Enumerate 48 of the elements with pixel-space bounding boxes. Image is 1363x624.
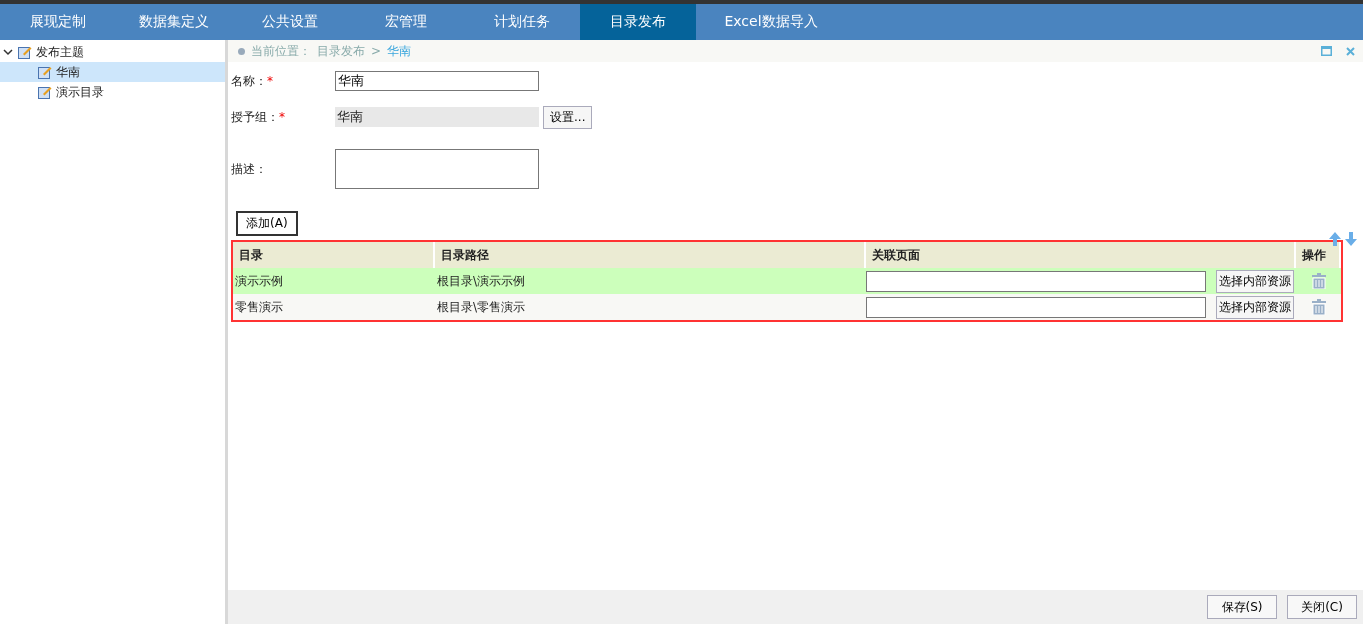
footer-button[interactable]: 关闭(C) [1287,595,1357,619]
settings-button[interactable]: 设置... [543,105,593,129]
edit-document-icon [38,65,52,79]
nav-tab[interactable]: Excel数据导入 [696,4,846,40]
breadcrumb-label: 当前位置： [251,42,311,60]
nav-tab[interactable]: 宏管理 [348,4,464,40]
nav-tab[interactable]: 公共设置 [232,4,348,40]
page-field[interactable] [866,270,1206,292]
required-mark: * [279,109,285,124]
edit-document-icon [38,85,52,99]
required-mark: * [267,73,273,88]
name-field[interactable]: 华南 [335,71,539,91]
group-field[interactable]: 华南 [335,107,539,127]
arrow-up-icon[interactable] [1329,232,1341,246]
footer-button[interactable]: 保存(S) [1207,595,1277,619]
nav-tab[interactable]: 计划任务 [464,4,580,40]
field-label: 描述： [231,160,268,178]
table-cell-text: 根目录\零售演示 [436,298,527,316]
description-field[interactable] [335,149,539,189]
breadcrumb-separator: > [371,44,382,58]
table-cell-text: 根目录\演示示例 [436,272,527,290]
tree-label: 华南 [56,63,80,81]
nav-tab[interactable]: 目录发布 [580,4,696,40]
bullet-icon [238,47,245,55]
table-row[interactable]: 零售演示 根目录\零售演示 选择内部资源 [233,294,1341,320]
tree-label: 发布主题 [36,43,84,61]
tree-label: 演示目录 [56,83,104,101]
select-resource-button[interactable]: 选择内部资源 [1216,295,1294,319]
table-row[interactable]: 演示示例 根目录\演示示例 选择内部资源 [233,268,1341,294]
maximize-icon[interactable] [1321,46,1332,56]
tree-item[interactable]: 发布主题 [0,42,225,62]
trash-icon[interactable] [1312,299,1326,315]
trash-icon[interactable] [1312,273,1326,289]
chevron-icon[interactable] [2,46,14,58]
field-label: 名称： [231,73,267,88]
add-button[interactable]: 添加(A) [236,211,298,236]
tree-item[interactable]: 演示目录 [0,82,225,102]
table-cell-text: 演示示例 [234,272,284,290]
table-cell-text: 零售演示 [234,298,284,316]
nav-tab[interactable]: 展现定制 [0,4,116,40]
nav-tab[interactable]: 数据集定义 [116,4,232,40]
arrow-down-icon[interactable] [1345,232,1357,246]
edit-document-icon [18,45,32,59]
field-label: 授予组： [231,109,279,124]
page-field[interactable] [866,296,1206,318]
close-icon[interactable] [1346,46,1355,56]
tree-item[interactable]: 华南 [0,62,225,82]
select-resource-button[interactable]: 选择内部资源 [1216,269,1294,293]
